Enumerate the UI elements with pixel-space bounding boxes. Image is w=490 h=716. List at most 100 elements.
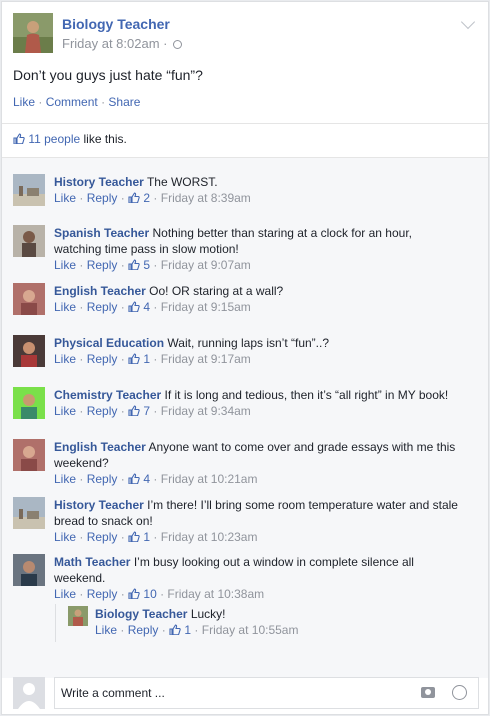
comment-actions: Like · Reply · 2 · Friday at 8:39am [54,191,251,205]
comment-body: History Teacher The WORST. Like · Reply … [54,174,459,206]
thumbs-up-icon [13,133,25,144]
comment-actions: Like · Reply · 4 · Friday at 10:21am [54,472,258,486]
comment-actions: Like · Reply · 1 · Friday at 10:23am [54,530,258,544]
commenter-name[interactable]: English Teacher [54,284,146,298]
commenter-name[interactable]: English Teacher [54,440,146,454]
smiley-icon[interactable] [452,685,467,700]
comment-like-count[interactable]: 10 [143,587,156,601]
comment-button[interactable]: Comment [46,95,98,109]
comment-actions: Like · Reply · 7 · Friday at 9:34am [54,404,251,418]
comment-like-count[interactable]: 1 [143,530,150,544]
comment-time[interactable]: Friday at 9:17am [161,352,251,366]
commenter-name[interactable]: Chemistry Teacher [54,388,161,402]
like-button[interactable]: Like [13,95,35,109]
comment-body: English Teacher Oo! OR staring at a wall… [54,283,459,315]
commenter-avatar[interactable] [13,225,45,257]
comment-time[interactable]: Friday at 9:15am [161,300,251,314]
share-button[interactable]: Share [108,95,140,109]
comment-like-count[interactable]: 4 [143,472,150,486]
post-card: Biology Teacher Friday at 8:02am · Don’t… [1,1,489,715]
comment-reply-button[interactable]: Reply [87,472,118,486]
comment-actions: Like · Reply · 5 · Friday at 9:07am [54,258,251,272]
thumbs-up-icon [128,531,140,542]
comment-like-button[interactable]: Like [95,623,117,637]
post-text: Don’t you guys just hate “fun”? [13,67,203,83]
comment-like-button[interactable]: Like [54,352,76,366]
comment-reply-button[interactable]: Reply [128,623,159,637]
comment-like-count[interactable]: 1 [184,623,191,637]
comment-like-button[interactable]: Like [54,472,76,486]
comment-body: Chemistry Teacher If it is long and tedi… [54,387,459,419]
commenter-avatar[interactable] [13,439,45,471]
comment-time[interactable]: Friday at 10:21am [161,472,258,486]
comment-time[interactable]: Friday at 8:39am [161,191,251,205]
comment-actions: Like · Reply · 1 · Friday at 9:17am [54,352,251,366]
camera-icon[interactable] [421,687,435,698]
comment-like-button[interactable]: Like [54,587,76,601]
commenter-avatar[interactable] [13,335,45,367]
comment-time[interactable]: Friday at 9:07am [161,258,251,272]
comment-text: Oo! OR staring at a wall? [149,284,284,298]
comment-reply-button[interactable]: Reply [87,587,118,601]
comment-like-count[interactable]: 2 [143,191,150,205]
commenter-name[interactable]: Spanish Teacher [54,226,149,240]
post-meta: Friday at 8:02am · [62,36,183,51]
comment-like-button[interactable]: Like [54,404,76,418]
commenter-avatar[interactable] [68,606,88,626]
post-author[interactable]: Biology Teacher [62,16,170,32]
commenter-name[interactable]: Physical Education [54,336,164,350]
comment-like-button[interactable]: Like [54,191,76,205]
user-avatar [13,677,45,709]
comment-body: Biology Teacher Lucky! Like · Reply · 1 … [95,606,465,638]
comment-reply-button[interactable]: Reply [87,530,118,544]
author-avatar[interactable] [13,13,53,53]
comment-time[interactable]: Friday at 10:38am [167,587,264,601]
comment-input[interactable] [54,677,479,709]
post-timestamp[interactable]: Friday at 8:02am · [62,36,168,51]
comment-text: Lucky! [190,607,226,621]
comment-body: English Teacher Anyone want to come over… [54,439,459,487]
comment-composer [13,677,479,709]
divider [2,123,488,124]
comment-like-button[interactable]: Like [54,530,76,544]
comment-time[interactable]: Friday at 10:55am [202,623,299,637]
comment-body: Math Teacher I’m busy looking out a wind… [54,554,459,602]
commenter-avatar[interactable] [13,283,45,315]
comment-time[interactable]: Friday at 9:34am [161,404,251,418]
comment-like-count[interactable]: 5 [143,258,150,272]
comment-like-button[interactable]: Like [54,258,76,272]
commenter-name[interactable]: Biology Teacher [95,607,187,621]
comment-reply-button[interactable]: Reply [87,191,118,205]
separator: · [38,95,46,109]
comment-text: The WORST. [146,175,218,189]
comment-reply-button[interactable]: Reply [87,300,118,314]
comment-like-button[interactable]: Like [54,300,76,314]
commenter-name[interactable]: Math Teacher [54,555,130,569]
commenter-avatar[interactable] [13,387,45,419]
commenter-avatar[interactable] [13,554,45,586]
comment-actions: Like · Reply · 10 · Friday at 10:38am [54,587,265,601]
post-header: Biology Teacher Friday at 8:02am · [13,13,476,55]
thumbs-up-icon [128,588,140,599]
commenter-avatar[interactable] [13,497,45,529]
thumbs-up-icon [128,301,140,312]
comment-reply-button[interactable]: Reply [87,352,118,366]
likes-count-link[interactable]: 11 people [28,132,80,146]
comment-actions: Like · Reply · 1 · Friday at 10:55am [95,623,299,637]
comment-reply-button[interactable]: Reply [87,404,118,418]
comment-like-count[interactable]: 4 [143,300,150,314]
chevron-down-icon[interactable] [460,14,476,30]
comment-reply-button[interactable]: Reply [87,258,118,272]
comment-like-count[interactable]: 1 [143,352,150,366]
likes-suffix: like this. [80,132,127,146]
comment-body: Spanish Teacher Nothing better than star… [54,225,459,273]
thumbs-up-icon [128,192,140,203]
comment-body: Physical Education Wait, running laps is… [54,335,459,367]
comment-like-count[interactable]: 7 [143,404,150,418]
comment-time[interactable]: Friday at 10:23am [161,530,258,544]
comment-text: If it is long and tedious, then it’s “al… [164,388,449,402]
commenter-name[interactable]: History Teacher [54,175,144,189]
comment-text: Wait, running laps isn’t “fun”..? [167,336,330,350]
commenter-avatar[interactable] [13,174,45,206]
commenter-name[interactable]: History Teacher [54,498,144,512]
